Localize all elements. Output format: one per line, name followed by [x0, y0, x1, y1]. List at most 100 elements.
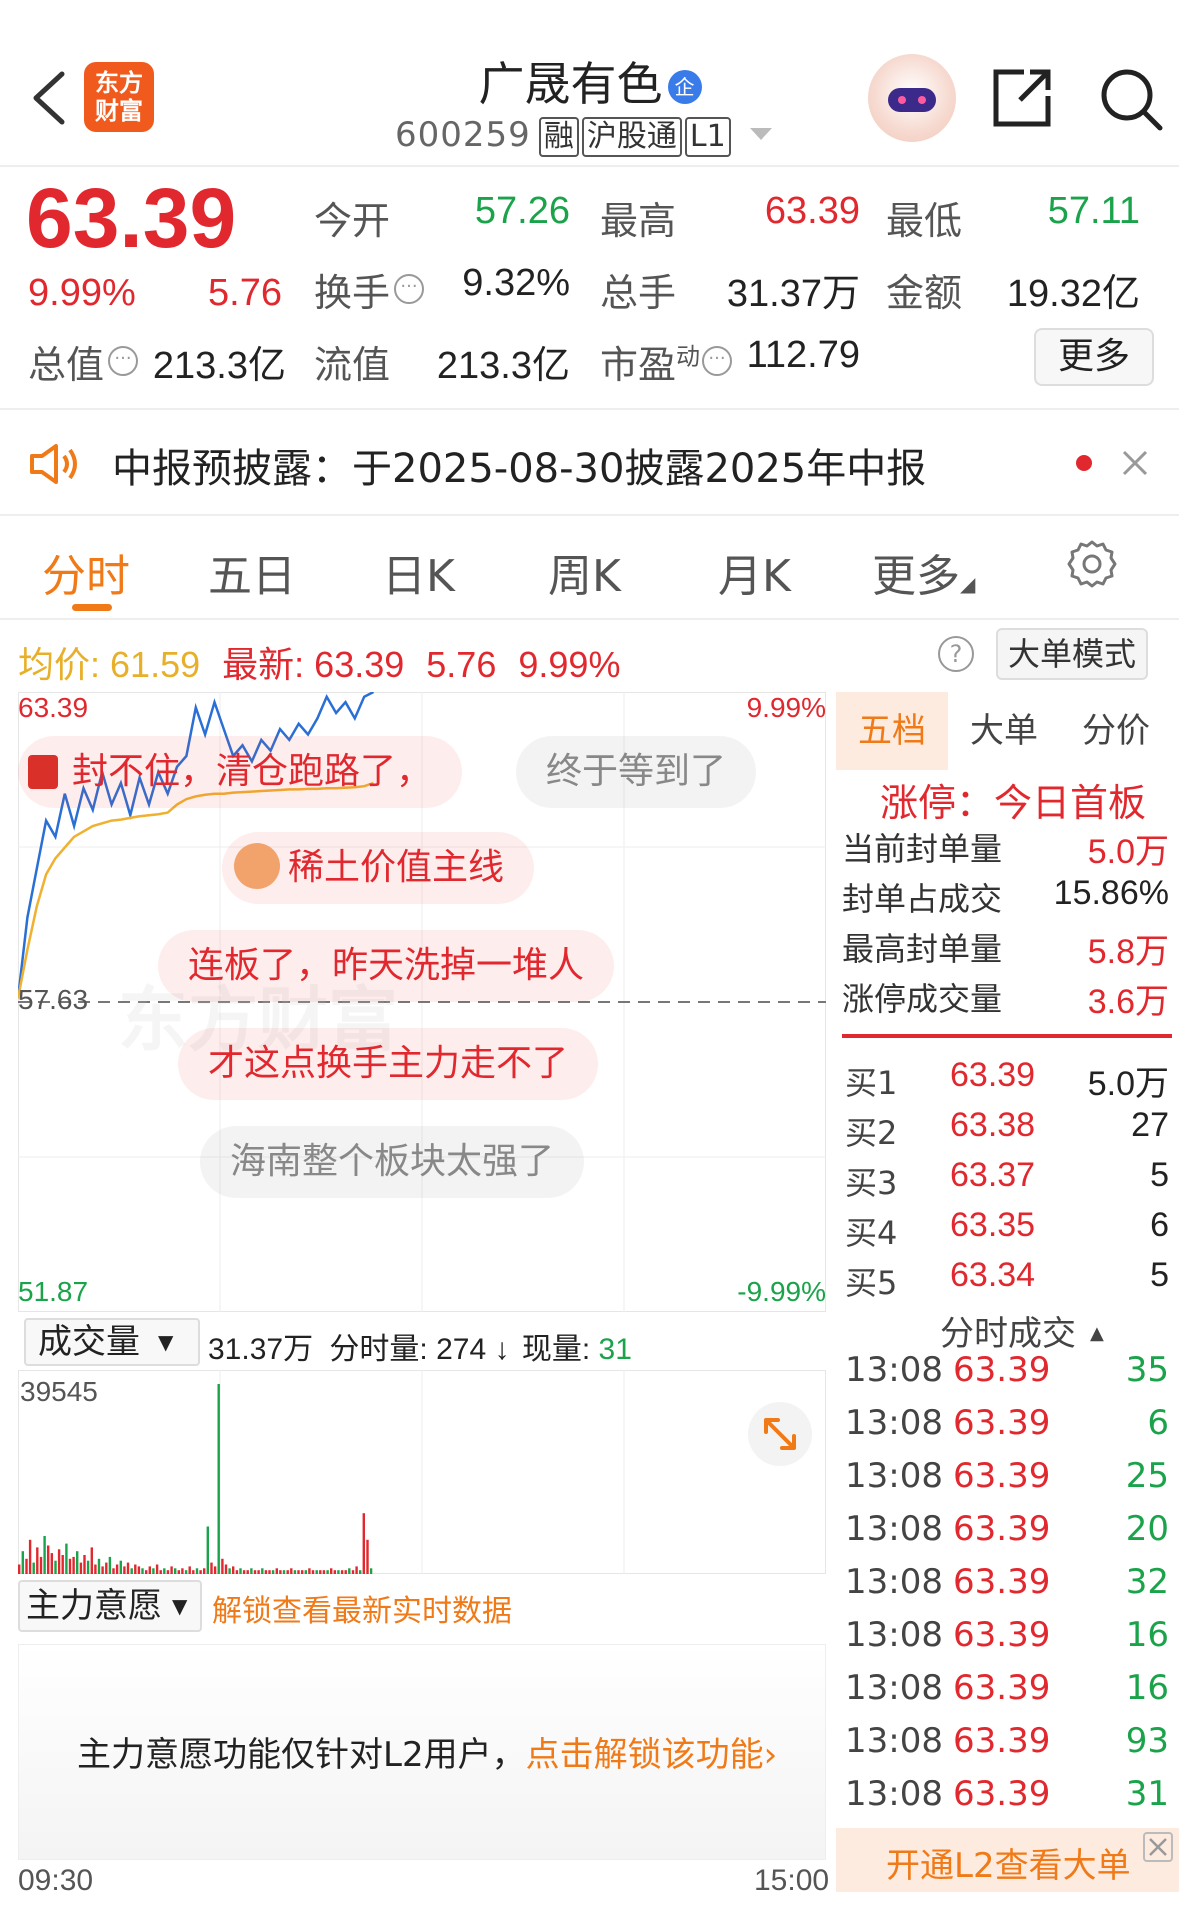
unlock-realtime-link[interactable]: 解锁查看最新实时数据	[212, 1586, 512, 1630]
side-tab-big-order[interactable]: 大单	[948, 692, 1060, 770]
trade-volume: 35	[1125, 1350, 1169, 1390]
tab-more-label: 更多	[872, 551, 960, 602]
info-icon[interactable]: ···	[702, 346, 733, 376]
volume-bar	[330, 1568, 333, 1574]
volume-chart[interactable]: 39545	[18, 1370, 826, 1574]
comment-text: 海南整个板块太强了	[230, 1141, 555, 1182]
stat-low-value: 57.11	[1047, 190, 1140, 232]
volume-bar	[184, 1570, 188, 1574]
chart-info-row: 均价: 61.59 最新: 63.39 5.76 9.99%	[18, 636, 620, 688]
comment-bubble[interactable]: 连板了，昨天洗掉一堆人	[158, 930, 615, 1002]
tab-more[interactable]: 更多◢	[872, 540, 975, 604]
trade-time: 13:08	[845, 1509, 943, 1549]
stat-total-cap-value: 213.3亿	[152, 345, 286, 387]
tab-intraday[interactable]: 分时	[42, 540, 130, 604]
stat-pe-sup: 动	[676, 342, 701, 371]
side-tab-bar: 五档 大单 分价	[836, 692, 1179, 770]
volume-bar	[224, 1564, 228, 1574]
comment-bubble[interactable]: 才这点换手主力走不了	[178, 1028, 599, 1100]
volume-bar	[137, 1566, 141, 1574]
change-pct: 9.99%	[28, 272, 136, 314]
volume-bar	[326, 1570, 329, 1574]
minute-volume-label: 分时量:	[329, 1333, 428, 1366]
limit-vol-label: 涨停成交量	[842, 980, 1003, 1018]
unlock-feature-link[interactable]: 点击解锁该功能›	[526, 1735, 778, 1775]
back-arrow-icon[interactable]	[26, 68, 76, 128]
stat-high-value: 63.39	[764, 190, 860, 232]
volume-bar	[213, 1566, 217, 1574]
limit-divider	[842, 1034, 1172, 1038]
info-icon[interactable]: ···	[108, 346, 139, 376]
trade-volume: 93	[1125, 1721, 1169, 1761]
tab-monthly-k[interactable]: 月K	[718, 540, 791, 604]
volume-bar	[264, 1570, 268, 1574]
share-icon[interactable]	[990, 66, 1054, 130]
volume-bar	[268, 1570, 271, 1574]
comment-bubble[interactable]: 终于等到了	[516, 736, 757, 808]
tab-five-day[interactable]: 五日	[208, 540, 296, 604]
speaker-icon	[28, 442, 82, 486]
volume-bar	[32, 1562, 35, 1574]
search-icon[interactable]	[1098, 66, 1164, 132]
volume-bar	[279, 1570, 282, 1574]
trade-volume: 16	[1125, 1668, 1169, 1708]
bid-label: 买4	[845, 1214, 898, 1252]
comment-bubble[interactable]: 封不住，清仓跑路了，	[18, 736, 463, 808]
volume-bar	[76, 1551, 79, 1574]
info-icon[interactable]: ···	[394, 274, 425, 304]
tab-weekly-k[interactable]: 周K	[548, 540, 621, 604]
trades-title[interactable]: 分时成交 ▲	[940, 1306, 1104, 1355]
y-bottom-label: 51.87	[18, 1276, 89, 1307]
latest-label: 最新:	[222, 644, 305, 685]
pct-top-label: 9.99%	[746, 692, 826, 723]
trade-time: 13:08	[845, 1562, 943, 1602]
stat-amount-value: 19.32亿	[1006, 273, 1140, 315]
l2-banner[interactable]: 开通L2查看大单	[836, 1828, 1179, 1892]
comment-bubble[interactable]: 海南整个板块太强了	[200, 1126, 585, 1198]
main-force-selector[interactable]: 主力意愿 ▼	[18, 1580, 202, 1632]
trade-price: 63.39	[953, 1615, 1051, 1655]
main-force-label: 主力意愿	[26, 1586, 162, 1626]
settings-gear-icon[interactable]	[1066, 538, 1118, 590]
volume-bar	[155, 1564, 159, 1574]
volume-bar	[337, 1570, 340, 1574]
volume-bar	[293, 1570, 297, 1574]
seal-vol-label: 当前封单量	[842, 830, 1003, 868]
side-tab-five-level[interactable]: 五档	[836, 692, 948, 770]
verified-badge-icon: 企	[667, 70, 702, 104]
dropdown-icon: ▼	[172, 1594, 188, 1618]
more-button[interactable]: 更多	[1034, 328, 1154, 386]
trade-volume: 31	[1125, 1774, 1169, 1814]
volume-bar	[177, 1570, 180, 1574]
volume-bar	[25, 1558, 28, 1574]
side-tab-price-dist[interactable]: 分价	[1060, 692, 1172, 770]
comment-text: 连板了，昨天洗掉一堆人	[188, 945, 585, 986]
volume-bar	[228, 1568, 231, 1574]
bid-label: 买5	[845, 1264, 898, 1302]
volume-bar	[57, 1549, 61, 1574]
help-icon[interactable]: ?	[938, 636, 974, 672]
volume-bar	[163, 1568, 166, 1574]
big-order-mode-button[interactable]: 大单模式	[996, 628, 1148, 680]
volume-bar	[271, 1570, 275, 1574]
volume-bar	[206, 1526, 209, 1574]
tab-daily-k[interactable]: 日K	[382, 540, 455, 604]
comment-bubble[interactable]: 稀土价值主线	[222, 832, 535, 904]
volume-bar	[221, 1558, 224, 1574]
volume-bar	[275, 1568, 278, 1574]
notice-bar[interactable]: 中报预披露：于2025-08-30披露2025年中报	[0, 410, 1179, 514]
volume-bar	[232, 1566, 235, 1574]
dropdown-icon[interactable]	[749, 127, 772, 146]
volume-bar	[282, 1570, 286, 1574]
current-price: 63.39	[26, 171, 237, 265]
logo-line1: 东方	[95, 69, 143, 97]
close-icon[interactable]	[1120, 448, 1150, 478]
expand-icon[interactable]	[748, 1402, 812, 1466]
close-icon[interactable]	[1143, 1832, 1173, 1862]
trade-volume: 6	[1147, 1403, 1169, 1443]
max-seal-label: 最高封单量	[842, 930, 1003, 968]
bid-volume: 27	[1131, 1106, 1169, 1144]
volume-bar	[43, 1536, 46, 1574]
volume-selector[interactable]: 成交量 ▼	[24, 1318, 200, 1366]
robot-avatar[interactable]	[868, 54, 956, 142]
